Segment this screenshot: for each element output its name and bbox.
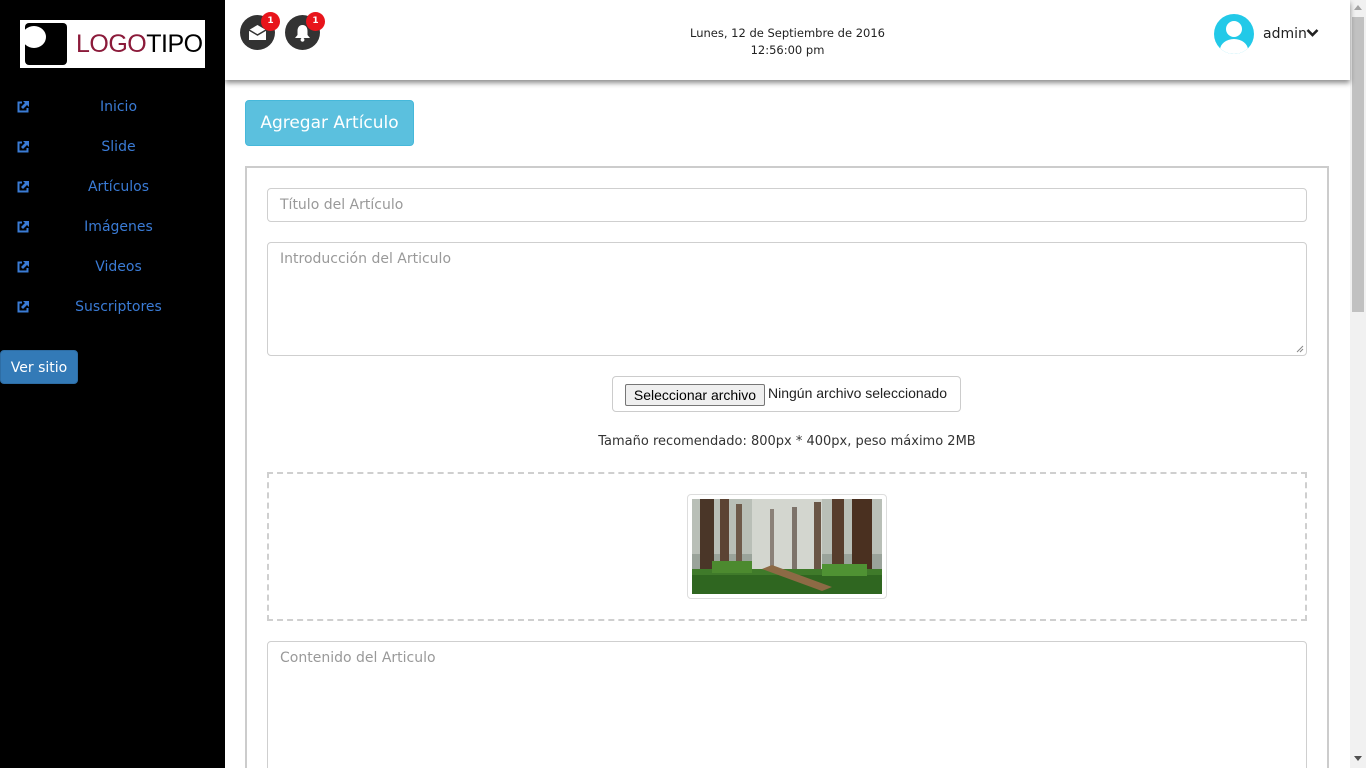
article-title-input[interactable]: Título del Artículo	[267, 188, 1307, 222]
image-size-hint: Tamaño recomendado: 800px * 400px, peso …	[598, 434, 976, 449]
logo-mark-icon	[22, 23, 67, 65]
top-header: 1 1 Lunes, 12 de Septiembre de 2016 12:5…	[225, 0, 1350, 80]
sidebar-item-label: Imágenes	[84, 219, 153, 235]
resize-grip-icon[interactable]	[1296, 345, 1304, 353]
sidebar-item-suscriptores[interactable]: Suscriptores	[0, 289, 225, 329]
article-intro-textarea[interactable]: Introducción del Articulo	[267, 242, 1307, 356]
sidebar: LOGOTIPO Inicio Slide Artículos Imágenes…	[0, 0, 225, 768]
scroll-down-arrow-icon[interactable]	[1354, 756, 1362, 761]
sidebar-item-label: Inicio	[99, 99, 138, 115]
notifications-badge: 1	[306, 12, 325, 31]
sidebar-item-slide[interactable]: Slide	[0, 129, 225, 169]
sidebar-item-label: Slide	[101, 139, 136, 155]
sidebar-menu: Inicio Slide Artículos Imágenes Videos S…	[0, 89, 225, 329]
file-upload: Seleccionar archivo Ningún archivo selec…	[612, 376, 961, 412]
sidebar-item-label: Suscriptores	[75, 299, 162, 315]
messages-button[interactable]: 1	[240, 12, 280, 50]
logo-text: LOGOTIPO	[76, 30, 203, 58]
time-text: 12:56:00 pm	[750, 43, 825, 57]
article-content-textarea[interactable]: Contenido del Articulo	[267, 641, 1307, 768]
chevron-down-icon[interactable]	[1306, 28, 1319, 38]
user-name[interactable]: admin	[1263, 26, 1307, 42]
date-text: Lunes, 12 de Septiembre de 2016	[690, 26, 885, 40]
sidebar-item-imagenes[interactable]: Imágenes	[0, 209, 225, 249]
content-placeholder: Contenido del Articulo	[280, 650, 436, 666]
image-preview	[687, 494, 887, 599]
scroll-up-arrow-icon[interactable]	[1354, 5, 1362, 10]
sidebar-item-videos[interactable]: Videos	[0, 249, 225, 289]
logo[interactable]: LOGOTIPO	[20, 20, 205, 68]
scroll-thumb[interactable]	[1352, 17, 1364, 312]
sidebar-item-label: Artículos	[87, 179, 150, 195]
sidebar-item-inicio[interactable]: Inicio	[0, 89, 225, 129]
ver-sitio-button[interactable]: Ver sitio	[0, 350, 78, 384]
notifications-button[interactable]: 1	[285, 12, 325, 50]
messages-badge: 1	[261, 12, 280, 31]
select-file-button[interactable]: Seleccionar archivo	[625, 384, 765, 406]
avatar[interactable]	[1214, 14, 1254, 54]
forest-image	[692, 499, 882, 594]
datetime: Lunes, 12 de Septiembre de 2016 12:56:00…	[675, 25, 900, 59]
add-article-button[interactable]: Agregar Artículo	[245, 100, 414, 146]
page-scrollbar[interactable]	[1350, 0, 1366, 768]
sidebar-item-label: Videos	[95, 259, 142, 275]
intro-placeholder: Introducción del Articulo	[280, 251, 452, 267]
file-status: Ningún archivo seleccionado	[768, 385, 947, 401]
sidebar-item-articulos[interactable]: Artículos	[0, 169, 225, 209]
